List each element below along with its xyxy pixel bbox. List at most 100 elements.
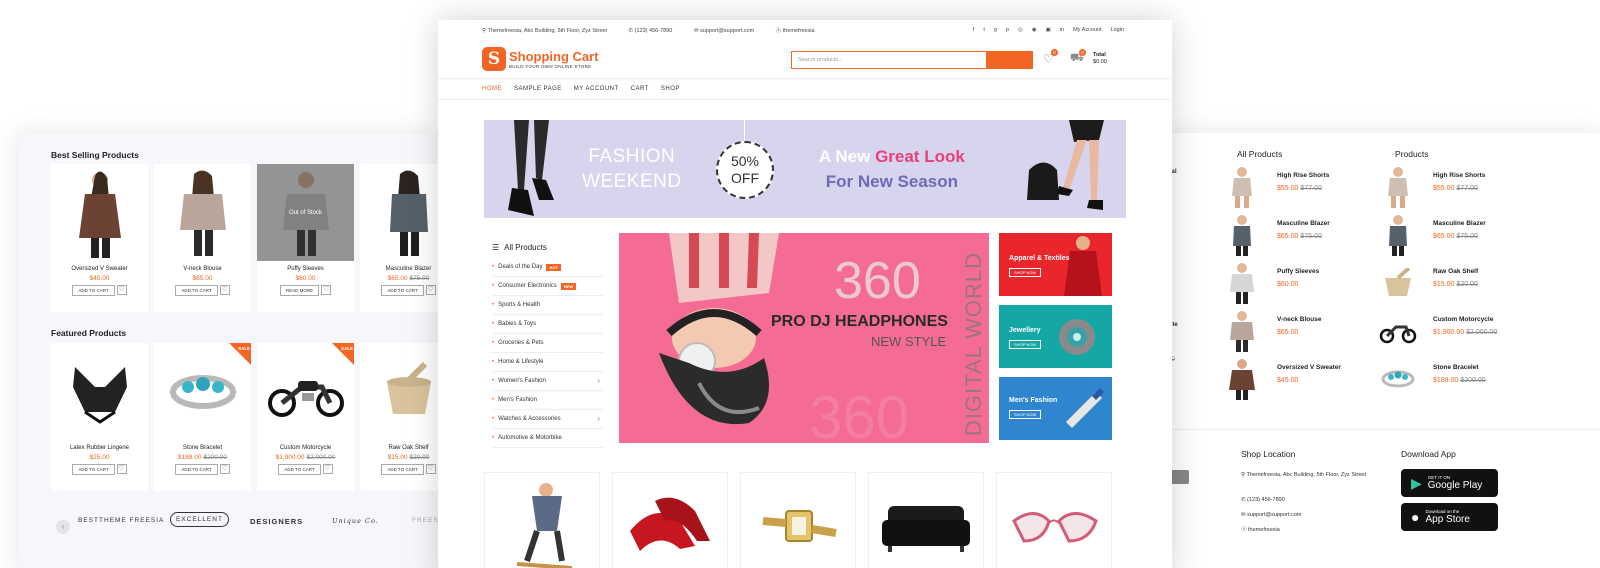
category-item[interactable]: Automotive & Motorbike <box>492 429 604 448</box>
sidebar-product-image[interactable] <box>1223 358 1261 400</box>
thumb-leather-sofa[interactable] <box>868 472 984 568</box>
sidebar-product-name[interactable]: Custom Motorcycle <box>1433 316 1493 323</box>
footer-skype[interactable]: ⓢ themefreesia <box>1241 524 1280 536</box>
featured-product-card[interactable]: Latex Rubber Lingerie $25.00 ADD TO CART ♡ <box>51 343 148 491</box>
category-item[interactable]: Deals of the DayHOT <box>492 258 604 277</box>
sidebar-product-item[interactable]: Masculine Blazer $65.00 $75.00 <box>1223 214 1373 262</box>
category-item[interactable]: Women's Fashion› <box>492 372 604 391</box>
nav-cart[interactable]: CART <box>631 86 649 92</box>
thumb-red-shoes[interactable] <box>612 472 728 568</box>
nav-my-account[interactable]: MY ACCOUNT <box>574 86 619 92</box>
category-item[interactable]: Babies & Toys <box>492 315 604 334</box>
sidebar-product-image[interactable] <box>1223 262 1261 304</box>
wishlist-heart-icon[interactable]: ♡ <box>219 285 230 295</box>
product-name[interactable]: V-neck Blouse <box>154 266 251 272</box>
product-name[interactable]: Stone Bracelet <box>154 445 251 451</box>
product-name[interactable]: Raw Oak Shelf <box>360 445 438 451</box>
wishlist-heart-icon[interactable]: ♡ <box>116 285 127 295</box>
sidebar-product-image[interactable] <box>1223 166 1261 208</box>
product-name[interactable]: Masculine Blazer <box>360 266 438 272</box>
topbar-skype[interactable]: ⓢ themefreesia <box>776 28 825 34</box>
category-item[interactable]: Home & Lifestyle <box>492 353 604 372</box>
product-name[interactable]: Latex Rubber Lingerie <box>51 445 148 451</box>
topbar-email[interactable]: ✉ support@support.com <box>694 28 764 34</box>
sidebar-product-name[interactable]: Raw Oak Shelf <box>1433 268 1478 275</box>
promo-box[interactable]: Apparel & Textiles SHOP NOW <box>999 233 1112 296</box>
category-item[interactable]: Consumer ElectronicsNEW <box>492 277 604 296</box>
sidebar-product-item[interactable]: Stone Bracelet $188.00 $200.00 <box>1379 358 1559 406</box>
featured-product-card[interactable]: Raw Oak Shelf $15.00 $20.00 ADD TO CART ♡ <box>360 343 438 491</box>
featured-product-card[interactable]: SALE Stone Bracelet $188.00 $200.00 ADD TO C… <box>154 343 251 491</box>
sidebar-product-name[interactable]: Masculine Blazer <box>1277 220 1330 227</box>
best-product-card[interactable]: Masculine Blazer $65.00 $75.00 ADD TO CART ♡ <box>360 164 438 312</box>
wishlist-heart-icon[interactable]: ♡ <box>425 285 436 295</box>
product-image[interactable] <box>51 343 148 440</box>
wishlist-heart-icon[interactable]: ♡ <box>321 285 332 295</box>
add-to-cart-button[interactable]: READ MORE <box>279 285 320 296</box>
facebook-icon[interactable]: f <box>973 27 975 33</box>
wishlist-heart-icon[interactable]: ♡ <box>425 464 436 474</box>
linkedin-icon[interactable]: in <box>1060 27 1064 33</box>
add-to-cart-button[interactable]: ADD TO CART <box>72 464 115 475</box>
sidebar-product-item[interactable]: Oversized V Sweater $45.00 <box>1223 358 1373 406</box>
sidebar-product-image[interactable] <box>1223 214 1261 256</box>
product-image[interactable] <box>154 164 251 261</box>
wishlist-heart-icon[interactable]: ♡ <box>116 464 127 474</box>
nav-shop[interactable]: SHOP <box>661 86 680 92</box>
login-link[interactable]: Login <box>1111 27 1124 33</box>
category-item[interactable]: Groceries & Pets <box>492 334 604 353</box>
thumb-gold-watch[interactable] <box>740 472 856 568</box>
site-logo[interactable]: S Shopping Cart BUILD YOUR OWN ONLINE ST… <box>482 47 599 71</box>
wishlist-icon[interactable]: ♡ 0 <box>1043 49 1058 66</box>
headphones-banner[interactable]: 360 DIGITAL WORLD 360 PRO DJ HEADPHONES … <box>619 233 989 443</box>
add-to-cart-button[interactable]: ADD TO CART <box>72 285 115 296</box>
cart-total[interactable]: Total $0.00 <box>1093 52 1107 66</box>
best-product-card[interactable]: Out of Stock Puffy Sleeves $60.00 READ MORE… <box>257 164 354 312</box>
wishlist-heart-icon[interactable]: ♡ <box>219 464 230 474</box>
add-to-cart-button[interactable]: ADD TO CART <box>381 285 424 296</box>
sidebar-product-item[interactable]: High Rise Shorts $55.00 $77.00 <box>1223 166 1373 214</box>
sidebar-product-name[interactable]: V-neck Blouse <box>1277 316 1321 323</box>
category-item[interactable]: Men's Fashion <box>492 391 604 410</box>
shop-now-button[interactable]: SHOP NOW <box>1009 340 1042 349</box>
product-name[interactable]: Oversized V Sweater <box>51 266 148 272</box>
sidebar-product-image[interactable] <box>1379 214 1417 256</box>
sidebar-product-image[interactable] <box>1379 358 1417 400</box>
sidebar-product-item[interactable]: V-neck Blouse $65.00 <box>1223 310 1373 358</box>
product-image[interactable]: SALE <box>154 343 251 440</box>
search-input[interactable]: Search products... <box>798 57 843 63</box>
flickr-icon[interactable]: ▣ <box>1046 27 1051 33</box>
thumb-sunglasses[interactable] <box>996 472 1112 568</box>
thumb-skateboarder[interactable] <box>484 472 600 568</box>
add-to-cart-button[interactable]: ADD TO CART <box>381 464 424 475</box>
brand-prev-arrow[interactable]: ‹ <box>56 520 70 534</box>
sidebar-product-name[interactable]: Puffy Sleeves <box>1277 268 1319 275</box>
sidebar-product-item[interactable]: High Rise Shorts $55.00 $77.00 <box>1379 166 1559 214</box>
google-plus-icon[interactable]: g <box>994 27 997 33</box>
sidebar-product-item[interactable]: Raw Oak Shelf $15.00 $20.00 <box>1379 262 1559 310</box>
product-name[interactable]: Puffy Sleeves <box>257 266 354 272</box>
category-header[interactable]: ☰ All Products <box>492 243 604 252</box>
add-to-cart-button[interactable]: ADD TO CART <box>175 285 218 296</box>
product-image[interactable]: SALE <box>257 343 354 440</box>
nav-home[interactable]: HOME <box>482 86 502 92</box>
my-account-link[interactable]: My Account <box>1073 27 1101 33</box>
sidebar-product-name[interactable]: Masculine Blazer <box>1433 220 1486 227</box>
add-to-cart-button[interactable]: ADD TO CART <box>175 464 218 475</box>
pinterest-icon[interactable]: p <box>1006 27 1009 33</box>
google-play-button[interactable]: ▶ GET IT ON Google Play <box>1401 469 1498 497</box>
add-to-cart-button[interactable]: ADD TO CART <box>278 464 321 475</box>
hero-banner[interactable]: FASHION WEEKEND 50% OFF A New Great Look F… <box>484 120 1126 218</box>
product-image[interactable] <box>51 164 148 261</box>
product-image[interactable] <box>360 164 438 261</box>
sidebar-product-image[interactable] <box>1379 262 1417 304</box>
twitter-icon[interactable]: t <box>983 27 985 33</box>
sidebar-product-name[interactable]: High Rise Shorts <box>1433 172 1485 179</box>
search-button[interactable]: ⌕ <box>986 52 1032 68</box>
sidebar-product-image[interactable] <box>1379 166 1417 208</box>
category-item[interactable]: Sports & Health <box>492 296 604 315</box>
sidebar-product-image[interactable] <box>1379 310 1417 352</box>
sidebar-product-item[interactable]: Puffy Sleeves $60.00 <box>1223 262 1373 310</box>
product-image[interactable] <box>360 343 438 440</box>
category-item[interactable]: Watches & Accessories› <box>492 410 604 429</box>
